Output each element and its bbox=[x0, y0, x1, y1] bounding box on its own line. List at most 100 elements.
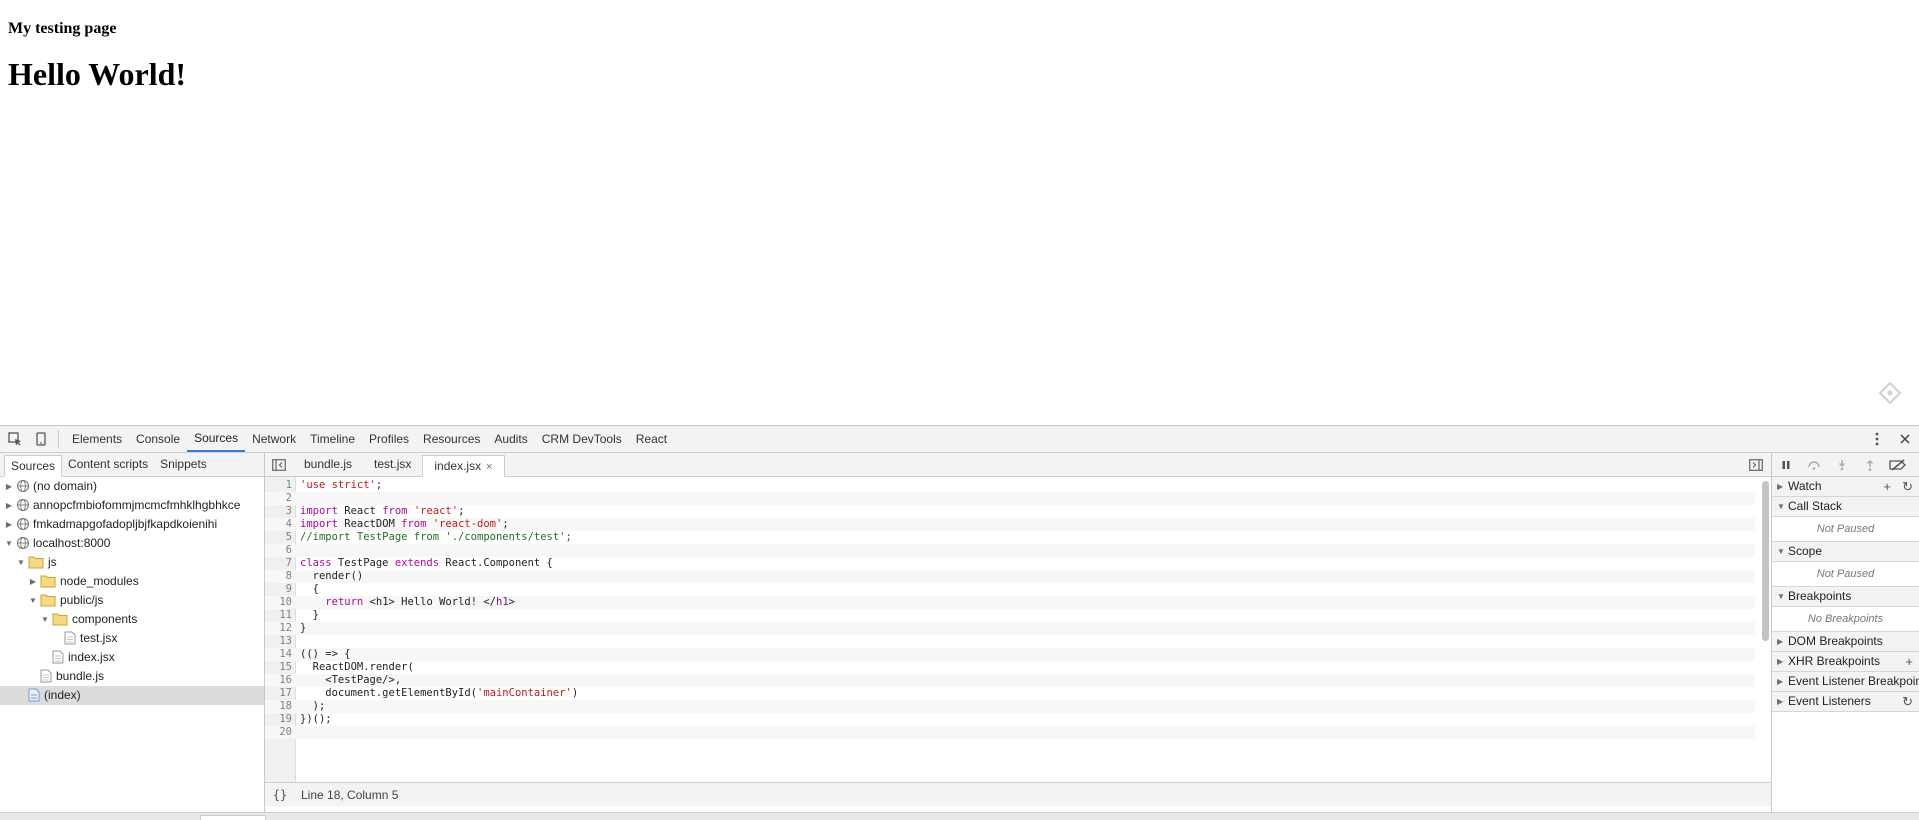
line-number[interactable]: 4 bbox=[265, 518, 292, 531]
pane-dom-breakpoints[interactable]: ▶ DOM Breakpoints bbox=[1772, 632, 1919, 652]
code-line[interactable]: 17 document.getElementById('mainContaine… bbox=[265, 687, 1755, 700]
line-number[interactable]: 15 bbox=[265, 661, 292, 674]
navigator-tab-content-scripts[interactable]: Content scripts bbox=[62, 454, 154, 476]
line-number[interactable]: 19 bbox=[265, 713, 292, 726]
tree-item[interactable]: ▼ js bbox=[0, 553, 264, 572]
code-line[interactable]: 8 render() bbox=[265, 570, 1755, 583]
deactivate-breakpoints-icon[interactable] bbox=[1884, 453, 1912, 477]
code-line[interactable]: 16 <TestPage/>, bbox=[265, 674, 1755, 687]
code-line[interactable]: 6 bbox=[265, 544, 1755, 557]
device-mode-icon[interactable] bbox=[28, 426, 54, 452]
code-line[interactable]: 9 { bbox=[265, 583, 1755, 596]
code-line[interactable]: 15 ReactDOM.render( bbox=[265, 661, 1755, 674]
line-number[interactable]: 12 bbox=[265, 622, 292, 635]
editor-tab-index-jsx[interactable]: index.jsx × bbox=[422, 455, 505, 477]
pretty-print-button[interactable]: {} bbox=[265, 788, 295, 802]
tree-item[interactable]: ▶ annopcfmbiofommjmcmcfmhklhgbhkce bbox=[0, 496, 264, 515]
tab-sources[interactable]: Sources bbox=[187, 426, 246, 452]
tab-resources[interactable]: Resources bbox=[416, 426, 487, 452]
add-icon[interactable]: + bbox=[1883, 477, 1891, 496]
line-number[interactable]: 8 bbox=[265, 570, 292, 583]
code-line[interactable]: 18 ); bbox=[265, 700, 1755, 713]
line-number[interactable]: 20 bbox=[265, 726, 292, 739]
line-number[interactable]: 18 bbox=[265, 700, 292, 713]
line-number[interactable]: 3 bbox=[265, 505, 292, 518]
line-number[interactable]: 6 bbox=[265, 544, 292, 557]
code-line[interactable]: 20 bbox=[265, 726, 1755, 739]
navigator-tab-sources[interactable]: Sources bbox=[4, 455, 63, 477]
code-line[interactable]: 4 import ReactDOM from 'react-dom'; bbox=[265, 518, 1755, 531]
pane-event-listener-breakpoints[interactable]: ▶ Event Listener Breakpoints bbox=[1772, 672, 1919, 692]
code-area[interactable]: 1 'use strict'; 2 3 import React from 'react… bbox=[265, 477, 1771, 782]
editor-tab-bundle-js[interactable]: bundle.js bbox=[293, 454, 363, 476]
line-number[interactable]: 10 bbox=[265, 596, 292, 609]
triangle-right-icon[interactable]: ▶ bbox=[4, 477, 14, 496]
code-line[interactable]: 11 } bbox=[265, 609, 1755, 622]
line-number[interactable]: 17 bbox=[265, 687, 292, 700]
add-icon[interactable]: + bbox=[1905, 652, 1913, 671]
code-line[interactable]: 14 (() => { bbox=[265, 648, 1755, 661]
triangle-down-icon[interactable]: ▼ bbox=[16, 553, 26, 572]
line-number[interactable]: 5 bbox=[265, 531, 292, 544]
code-line[interactable]: 2 bbox=[265, 492, 1755, 505]
close-icon[interactable] bbox=[1891, 426, 1919, 452]
tree-item[interactable]: bundle.js bbox=[0, 667, 264, 686]
line-number[interactable]: 14 bbox=[265, 648, 292, 661]
triangle-down-icon[interactable]: ▼ bbox=[40, 610, 50, 629]
pane-breakpoints[interactable]: ▼ Breakpoints bbox=[1772, 587, 1919, 607]
line-number[interactable]: 2 bbox=[265, 492, 292, 505]
line-number[interactable]: 11 bbox=[265, 609, 292, 622]
line-number[interactable]: 7 bbox=[265, 557, 292, 570]
tab-react[interactable]: React bbox=[629, 426, 674, 452]
tab-network[interactable]: Network bbox=[245, 426, 303, 452]
pane-watch[interactable]: ▶ Watch ↻ + bbox=[1772, 477, 1919, 497]
code-line[interactable]: 3 import React from 'react'; bbox=[265, 505, 1755, 518]
tree-item[interactable]: test.jsx bbox=[0, 629, 264, 648]
tree-item[interactable]: ▼ components bbox=[0, 610, 264, 629]
toggle-debugger-icon[interactable] bbox=[1747, 456, 1765, 474]
line-number[interactable]: 16 bbox=[265, 674, 292, 687]
line-number[interactable]: 9 bbox=[265, 583, 292, 596]
code-line[interactable]: 1 'use strict'; bbox=[265, 479, 1755, 492]
tab-profiles[interactable]: Profiles bbox=[362, 426, 416, 452]
line-number[interactable]: 1 bbox=[265, 479, 292, 492]
editor-scrollbar[interactable] bbox=[1762, 481, 1769, 641]
inspect-icon[interactable] bbox=[2, 426, 28, 452]
tab-audits[interactable]: Audits bbox=[487, 426, 534, 452]
triangle-down-icon[interactable]: ▼ bbox=[4, 534, 14, 553]
tab-elements[interactable]: Elements bbox=[65, 426, 129, 452]
tree-item[interactable]: ▶ (no domain) bbox=[0, 477, 264, 496]
triangle-right-icon[interactable]: ▶ bbox=[4, 496, 14, 515]
toggle-navigator-icon[interactable] bbox=[265, 453, 293, 476]
navigator-tab-snippets[interactable]: Snippets bbox=[154, 454, 213, 476]
triangle-right-icon[interactable]: ▶ bbox=[28, 572, 38, 591]
code-line[interactable]: 5 //import TestPage from './components/te… bbox=[265, 531, 1755, 544]
code-line[interactable]: 12} bbox=[265, 622, 1755, 635]
pane-scope[interactable]: ▼ Scope bbox=[1772, 542, 1919, 562]
tab-console[interactable]: Console bbox=[129, 426, 187, 452]
tree-item[interactable]: ▶ fmkadmapgofadopljbjfkapdkoienihi bbox=[0, 515, 264, 534]
triangle-right-icon[interactable]: ▶ bbox=[4, 515, 14, 534]
step-over-icon[interactable] bbox=[1800, 453, 1828, 477]
step-out-icon[interactable] bbox=[1856, 453, 1884, 477]
close-tab-icon[interactable]: × bbox=[486, 461, 492, 473]
drawer-tab[interactable] bbox=[200, 815, 266, 820]
triangle-down-icon[interactable]: ▼ bbox=[28, 591, 38, 610]
pane-xhr-breakpoints[interactable]: ▶ XHR Breakpoints + bbox=[1772, 652, 1919, 672]
tree-item[interactable]: ▶ node_modules bbox=[0, 572, 264, 591]
tree-item[interactable]: index.jsx bbox=[0, 648, 264, 667]
code-line[interactable]: 13 bbox=[265, 635, 1755, 648]
code-line[interactable]: 19})(); bbox=[265, 713, 1755, 726]
more-vertical-icon[interactable] bbox=[1863, 426, 1891, 452]
tree-item[interactable]: ▼ localhost:8000 bbox=[0, 534, 264, 553]
code-line[interactable]: 10 return <h1> Hello World! </h1> bbox=[265, 596, 1755, 609]
refresh-icon[interactable]: ↻ bbox=[1902, 692, 1913, 711]
tab-timeline[interactable]: Timeline bbox=[303, 426, 362, 452]
pane-call-stack[interactable]: ▼ Call Stack bbox=[1772, 497, 1919, 517]
pane-event-listeners[interactable]: ▶ Event Listeners ↻ bbox=[1772, 692, 1919, 712]
tree-item[interactable]: ▼ public/js bbox=[0, 591, 264, 610]
code-line[interactable]: 7 class TestPage extends React.Component … bbox=[265, 557, 1755, 570]
tab-crm-devtools[interactable]: CRM DevTools bbox=[535, 426, 629, 452]
tree-item[interactable]: (index) bbox=[0, 686, 264, 705]
refresh-icon[interactable]: ↻ bbox=[1902, 477, 1913, 496]
